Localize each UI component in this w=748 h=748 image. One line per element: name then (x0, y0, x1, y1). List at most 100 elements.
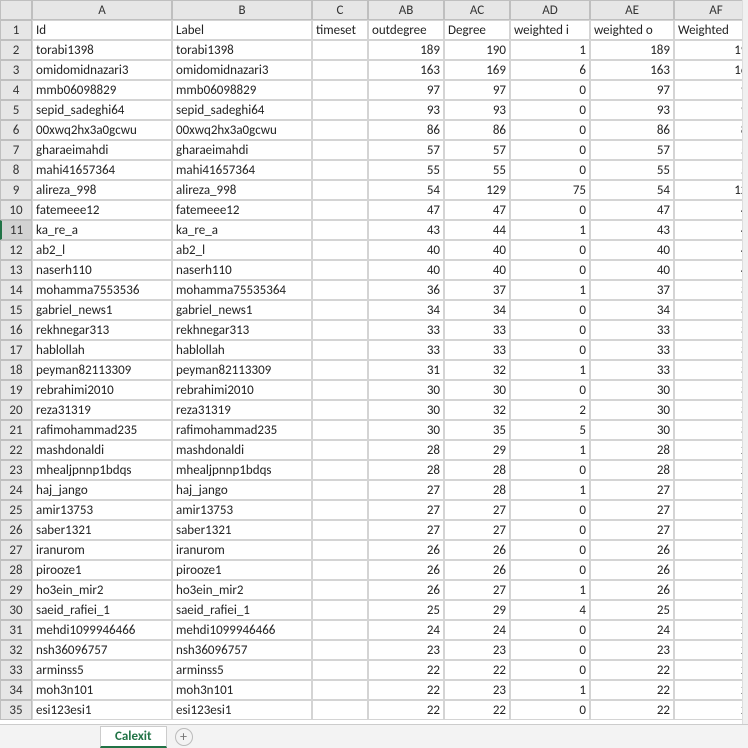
data-cell[interactable]: rekhnegar313 (172, 320, 312, 340)
data-cell[interactable]: 36 (368, 280, 444, 300)
data-cell[interactable]: 55 (590, 160, 674, 180)
data-cell[interactable]: 0 (510, 320, 590, 340)
data-cell[interactable]: 93 (444, 100, 510, 120)
data-cell[interactable]: 5 (510, 420, 590, 440)
data-cell[interactable]: 28 (674, 460, 748, 480)
row-header[interactable]: 21 (0, 420, 32, 440)
data-cell[interactable]: fatemeee12 (32, 200, 172, 220)
header-cell[interactable]: outdegree (368, 20, 444, 40)
column-header[interactable]: AC (444, 0, 510, 20)
sheet-tab-active[interactable]: Calexit (100, 726, 167, 748)
data-cell[interactable]: 22 (674, 660, 748, 680)
data-cell[interactable]: 0 (510, 560, 590, 580)
data-cell[interactable] (312, 360, 368, 380)
data-cell[interactable]: 37 (444, 280, 510, 300)
data-cell[interactable]: mehdi1099946466 (32, 620, 172, 640)
data-cell[interactable]: rafimohammad235 (172, 420, 312, 440)
data-cell[interactable]: 190 (444, 40, 510, 60)
data-cell[interactable] (312, 560, 368, 580)
data-cell[interactable]: rebrahimi2010 (32, 380, 172, 400)
row-header[interactable]: 2 (0, 40, 32, 60)
data-cell[interactable]: 57 (368, 140, 444, 160)
data-cell[interactable]: mohamma75535364 (172, 280, 312, 300)
header-cell[interactable]: Weighted (674, 20, 748, 40)
row-header[interactable]: 9 (0, 180, 32, 200)
data-cell[interactable]: 26 (444, 540, 510, 560)
data-cell[interactable]: 47 (444, 200, 510, 220)
data-cell[interactable]: saeid_rafiei_1 (172, 600, 312, 620)
data-cell[interactable]: sepid_sadeghi64 (172, 100, 312, 120)
data-cell[interactable]: torabi1398 (172, 40, 312, 60)
data-cell[interactable]: 54 (368, 180, 444, 200)
data-cell[interactable]: 35 (444, 420, 510, 440)
data-cell[interactable]: mahi41657364 (32, 160, 172, 180)
data-cell[interactable]: 40 (368, 240, 444, 260)
data-cell[interactable]: 40 (590, 260, 674, 280)
data-cell[interactable]: 47 (368, 200, 444, 220)
data-cell[interactable]: sepid_sadeghi64 (32, 100, 172, 120)
data-cell[interactable] (312, 40, 368, 60)
data-cell[interactable]: 30 (590, 400, 674, 420)
header-cell[interactable]: weighted i (510, 20, 590, 40)
data-cell[interactable]: 0 (510, 80, 590, 100)
row-header[interactable]: 6 (0, 120, 32, 140)
column-header[interactable]: AE (590, 0, 674, 20)
data-cell[interactable]: 25 (368, 600, 444, 620)
data-cell[interactable] (312, 480, 368, 500)
data-cell[interactable]: 26 (590, 540, 674, 560)
data-cell[interactable]: 33 (368, 340, 444, 360)
data-cell[interactable]: nsh36096757 (32, 640, 172, 660)
data-cell[interactable]: 32 (674, 400, 748, 420)
data-cell[interactable]: saeid_rafiei_1 (32, 600, 172, 620)
data-cell[interactable] (312, 460, 368, 480)
row-header[interactable]: 20 (0, 400, 32, 420)
data-cell[interactable]: 33 (444, 340, 510, 360)
data-cell[interactable]: saber1321 (172, 520, 312, 540)
data-cell[interactable]: mashdonaldi (172, 440, 312, 460)
data-cell[interactable]: pirooze1 (32, 560, 172, 580)
data-cell[interactable]: 129 (444, 180, 510, 200)
data-cell[interactable]: 27 (368, 520, 444, 540)
data-cell[interactable]: 169 (444, 60, 510, 80)
data-cell[interactable]: 0 (510, 620, 590, 640)
data-cell[interactable]: moh3n101 (172, 680, 312, 700)
data-cell[interactable]: esi123esi1 (32, 700, 172, 720)
data-cell[interactable]: 27 (444, 520, 510, 540)
data-cell[interactable]: 33 (590, 340, 674, 360)
data-cell[interactable]: rekhnegar313 (32, 320, 172, 340)
data-cell[interactable]: moh3n101 (32, 680, 172, 700)
data-cell[interactable]: 22 (674, 700, 748, 720)
data-cell[interactable]: 189 (590, 40, 674, 60)
select-all-corner[interactable] (0, 0, 32, 20)
row-header[interactable]: 3 (0, 60, 32, 80)
data-cell[interactable]: 26 (368, 560, 444, 580)
data-cell[interactable]: 55 (674, 160, 748, 180)
header-cell[interactable]: Degree (444, 20, 510, 40)
data-cell[interactable]: 0 (510, 100, 590, 120)
data-cell[interactable] (312, 180, 368, 200)
data-cell[interactable]: 0 (510, 260, 590, 280)
data-cell[interactable]: 1 (510, 680, 590, 700)
data-cell[interactable]: 23 (444, 640, 510, 660)
data-cell[interactable]: 55 (444, 160, 510, 180)
data-cell[interactable]: 33 (368, 320, 444, 340)
row-header[interactable]: 23 (0, 460, 32, 480)
data-cell[interactable]: 22 (368, 680, 444, 700)
data-cell[interactable]: 27 (674, 500, 748, 520)
data-cell[interactable]: 40 (590, 240, 674, 260)
row-header[interactable]: 5 (0, 100, 32, 120)
data-cell[interactable]: 163 (590, 60, 674, 80)
data-cell[interactable]: 93 (368, 100, 444, 120)
data-cell[interactable]: 34 (368, 300, 444, 320)
data-cell[interactable]: 22 (368, 700, 444, 720)
data-cell[interactable]: rafimohammad235 (32, 420, 172, 440)
data-cell[interactable]: 44 (674, 220, 748, 240)
data-cell[interactable]: ab2_l (32, 240, 172, 260)
data-cell[interactable]: 129 (674, 180, 748, 200)
data-cell[interactable]: arminss5 (172, 660, 312, 680)
data-cell[interactable]: 34 (674, 300, 748, 320)
data-cell[interactable]: 25 (590, 600, 674, 620)
data-cell[interactable]: 30 (590, 380, 674, 400)
column-header[interactable]: AB (368, 0, 444, 20)
data-cell[interactable] (312, 680, 368, 700)
